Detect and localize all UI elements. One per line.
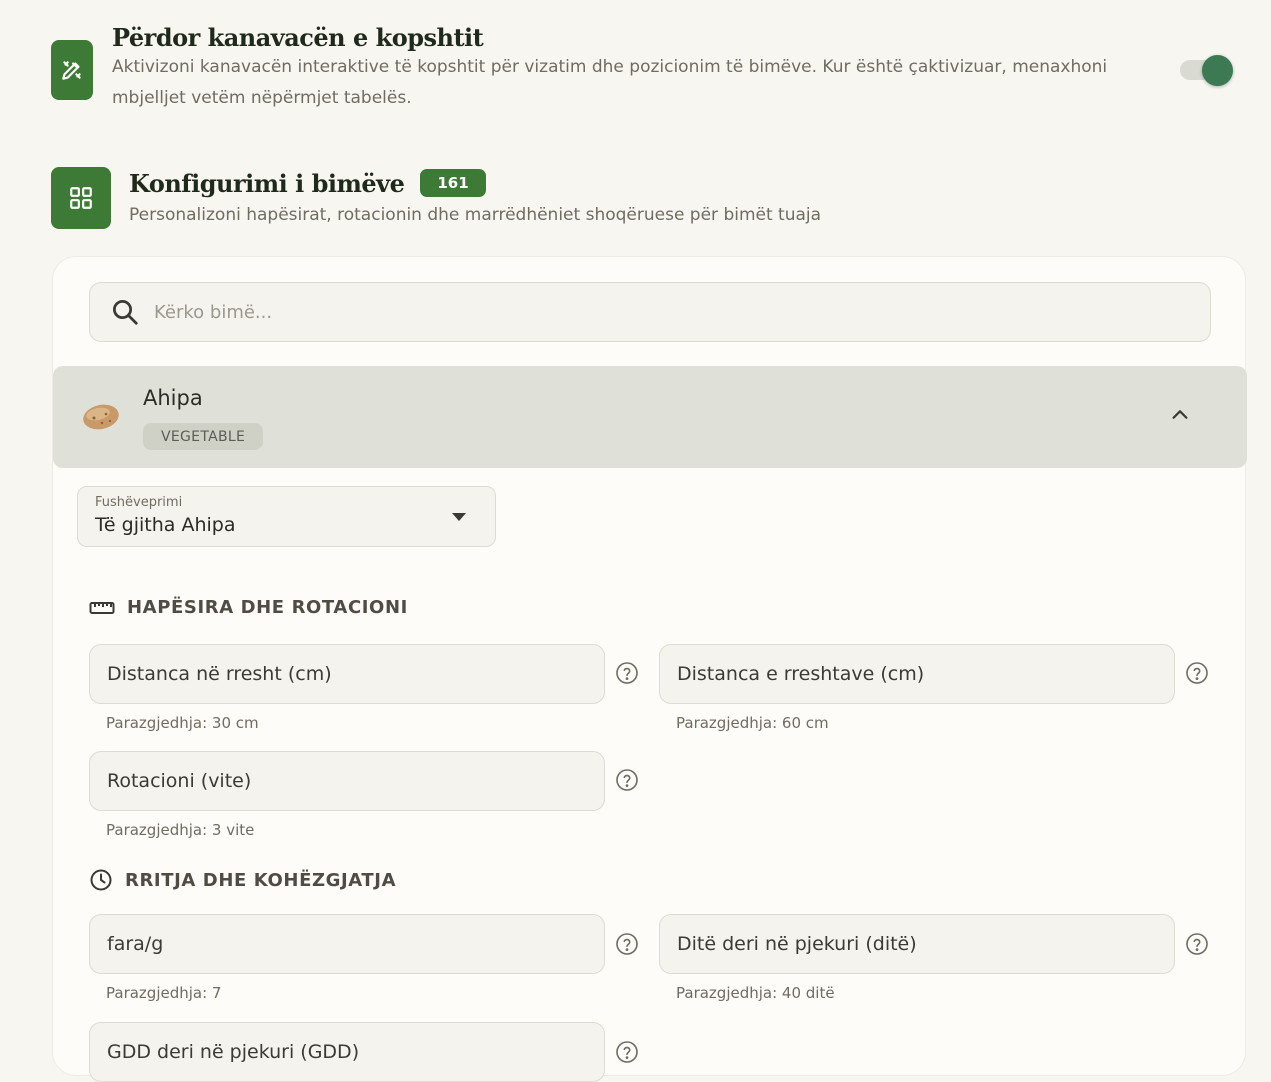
- toggle-knob: [1202, 55, 1233, 86]
- in-row-spacing-label: Distanca në rresht (cm): [107, 663, 332, 685]
- plants-config-header: Konfigurimi i bimëve 161 Personalizoni h…: [51, 167, 1151, 229]
- plants-config-title: Konfigurimi i bimëve: [129, 168, 405, 198]
- search-box[interactable]: [89, 282, 1211, 342]
- search-input[interactable]: [152, 300, 1052, 324]
- scope-select-value: Të gjitha Ahipa: [95, 514, 236, 536]
- grid-icon: [51, 167, 111, 229]
- days-to-maturity-label: Ditë deri në pjekuri (ditë): [677, 933, 917, 955]
- scope-select[interactable]: Fushëveprimi Të gjitha Ahipa: [77, 486, 496, 547]
- help-icon[interactable]: [1185, 932, 1209, 956]
- growth-group-title: RRITJA DHE KOHËZGJATJA: [125, 869, 397, 891]
- help-icon[interactable]: [615, 1040, 639, 1064]
- canvas-setting-title: Përdor kanavacën e kopshtit: [112, 23, 484, 52]
- canvas-setting-description: Aktivizoni kanavacën interaktive të kops…: [112, 57, 1108, 108]
- canvas-toggle[interactable]: [1180, 55, 1234, 86]
- plants-card: Ahipa VEGETABLE Fushëveprimi Të gjitha A…: [52, 256, 1247, 1082]
- row-spacing-field[interactable]: Distanca e rreshtave (cm): [659, 644, 1175, 704]
- plants-count-badge: 161: [420, 169, 486, 197]
- row-spacing-hint: Parazgjedhja: 60 cm: [676, 714, 829, 732]
- days-to-maturity-hint: Parazgjedhja: 40 ditë: [676, 984, 835, 1002]
- spacing-group-title: HAPËSIRA DHE ROTACIONI: [127, 597, 408, 618]
- clock-icon: [90, 869, 112, 891]
- seeds-per-gram-label: fara/g: [107, 933, 164, 955]
- gdd-to-maturity-label: GDD deri në pjekuri (GDD): [107, 1041, 360, 1063]
- gdd-to-maturity-field[interactable]: GDD deri në pjekuri (GDD): [89, 1022, 605, 1082]
- rotation-field[interactable]: Rotacioni (vite): [89, 751, 605, 811]
- plants-config-description: Personalizoni hapësirat, rotacionin dhe …: [129, 205, 822, 225]
- help-icon[interactable]: [1185, 661, 1209, 685]
- help-icon[interactable]: [615, 661, 639, 685]
- scope-select-label: Fushëveprimi: [95, 495, 183, 510]
- tuber-icon: [83, 404, 119, 430]
- growth-group-header: RRITJA DHE KOHËZGJATJA: [89, 868, 396, 892]
- rotation-hint: Parazgjedhja: 3 vite: [106, 821, 255, 839]
- spacing-group-header: HAPËSIRA DHE ROTACIONI: [89, 597, 408, 618]
- search-icon: [113, 300, 138, 325]
- ruler-icon: [89, 601, 115, 614]
- in-row-spacing-hint: Parazgjedhja: 30 cm: [106, 714, 259, 732]
- days-to-maturity-field[interactable]: Ditë deri në pjekuri (ditë): [659, 914, 1175, 974]
- pencil-ruler-icon: [51, 40, 93, 100]
- plant-row-ahipa[interactable]: Ahipa VEGETABLE: [53, 366, 1247, 468]
- plant-name: Ahipa: [143, 386, 203, 410]
- chevron-up-icon[interactable]: [1169, 404, 1191, 426]
- plant-type-chip: VEGETABLE: [143, 423, 264, 450]
- caret-down-icon: [452, 513, 466, 521]
- help-icon[interactable]: [615, 768, 639, 792]
- seeds-per-gram-hint: Parazgjedhja: 7: [106, 984, 222, 1002]
- seeds-per-gram-field[interactable]: fara/g: [89, 914, 605, 974]
- row-spacing-label: Distanca e rreshtave (cm): [677, 663, 925, 685]
- in-row-spacing-field[interactable]: Distanca në rresht (cm): [89, 644, 605, 704]
- rotation-label: Rotacioni (vite): [107, 770, 252, 792]
- canvas-setting: Përdor kanavacën e kopshtit Aktivizoni k…: [51, 24, 1241, 114]
- help-icon[interactable]: [615, 932, 639, 956]
